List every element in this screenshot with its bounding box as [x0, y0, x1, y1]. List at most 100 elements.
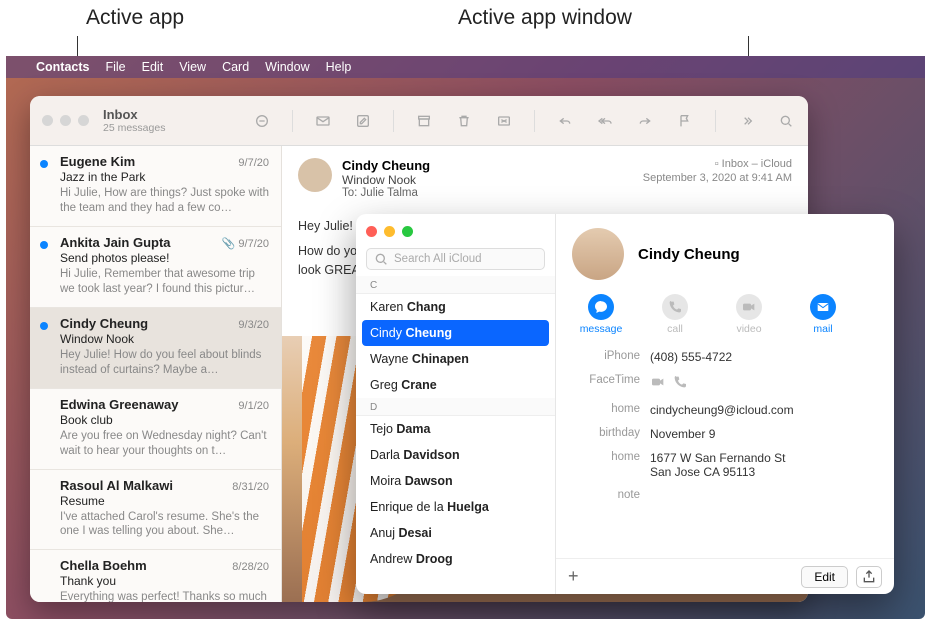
reader-date: September 3, 2020 at 9:41 AM	[643, 172, 792, 184]
forward-icon[interactable]	[635, 112, 655, 130]
message-subject: Jazz in the Park	[60, 170, 269, 184]
message-item[interactable]: Ankita Jain Gupta 📎 9/7/20Send photos ple…	[30, 227, 281, 308]
search-input[interactable]: Search All iCloud	[366, 248, 545, 270]
message-from: Eugene Kim	[60, 154, 135, 169]
message-preview: I've attached Carol's resume. She's the …	[60, 510, 269, 540]
contact-item[interactable]: Cindy Cheung	[362, 320, 549, 346]
message-date: 9/7/20	[238, 157, 269, 169]
field-facetime: FaceTime	[572, 369, 878, 398]
message-item[interactable]: Eugene Kim 9/7/20Jazz in the Park Hi Julie…	[30, 146, 281, 227]
message-subject: Resume	[60, 494, 269, 508]
contacts-sidebar: Search All iCloud CKaren ChangCindy Cheu…	[356, 214, 556, 594]
junk-icon[interactable]	[494, 112, 514, 130]
filter-icon[interactable]	[252, 112, 272, 130]
contact-item[interactable]: Anuj Desai	[356, 520, 555, 546]
message-item[interactable]: Chella Boehm8/28/20Thank youEverything w…	[30, 550, 281, 602]
annotation-active-window: Active app window	[458, 6, 632, 30]
contact-avatar	[572, 228, 624, 280]
more-icon[interactable]	[736, 112, 756, 130]
contact-item[interactable]: Wayne Chinapen	[356, 346, 555, 372]
video-icon[interactable]	[650, 374, 666, 393]
reply-all-icon[interactable]	[595, 112, 615, 130]
search-icon[interactable]	[776, 112, 796, 130]
field-home-address: home 1677 W San Fernando St San Jose CA …	[572, 446, 878, 484]
message-date: 8/31/20	[232, 481, 269, 493]
message-preview: Hi Julie, How are things? Just spoke wit…	[60, 186, 269, 216]
message-from: Rasoul Al Malkawi	[60, 478, 173, 493]
menu-help[interactable]: Help	[326, 60, 352, 74]
message-subject: Thank you	[60, 574, 269, 588]
flag-icon[interactable]	[675, 112, 695, 130]
contact-item[interactable]: Tejo Dama	[356, 416, 555, 442]
menu-edit[interactable]: Edit	[142, 60, 164, 74]
contact-item[interactable]: Karen Chang	[356, 294, 555, 320]
message-date: 📎 9/7/20	[218, 237, 269, 250]
inbox-label: Inbox	[103, 107, 165, 122]
contact-list[interactable]: CKaren ChangCindy CheungWayne ChinapenGr…	[356, 276, 555, 594]
menu-window[interactable]: Window	[265, 60, 309, 74]
message-from: Ankita Jain Gupta	[60, 235, 171, 250]
message-item[interactable]: Edwina Greenaway9/1/20Book clubAre you f…	[30, 389, 281, 470]
message-from: Cindy Cheung	[60, 316, 148, 331]
reader-to: To: Julie Talma	[342, 187, 633, 199]
unread-dot-icon	[40, 160, 48, 168]
separator	[534, 110, 535, 132]
app-menu[interactable]: Contacts	[36, 60, 89, 74]
mail-titlebar: Inbox 25 messages	[30, 96, 808, 146]
unread-dot-icon	[40, 322, 48, 330]
close-button[interactable]	[366, 226, 377, 237]
contact-card: Cindy Cheung message call video mail	[556, 214, 894, 594]
share-icon[interactable]	[856, 566, 882, 588]
fullscreen-button[interactable]	[402, 226, 413, 237]
contact-item[interactable]: Andrew Droog	[356, 546, 555, 572]
search-icon	[373, 251, 389, 267]
callout-line	[77, 36, 78, 56]
action-video[interactable]: video	[726, 294, 772, 335]
menu-view[interactable]: View	[179, 60, 206, 74]
minimize-button[interactable]	[60, 115, 71, 126]
message-list[interactable]: Eugene Kim 9/7/20Jazz in the Park Hi Julie…	[30, 146, 282, 602]
action-call[interactable]: call	[652, 294, 698, 335]
contact-name: Cindy Cheung	[638, 246, 740, 263]
phone-icon[interactable]	[672, 374, 688, 393]
desktop-wallpaper: Contacts File Edit View Card Window Help…	[6, 56, 925, 619]
envelope-icon[interactable]	[313, 112, 333, 130]
message-item[interactable]: Cindy Cheung9/3/20Window NookHey Julie! …	[30, 308, 281, 389]
message-count: 25 messages	[103, 122, 165, 134]
message-subject: Window Nook	[60, 332, 269, 346]
contact-item[interactable]: Greg Crane	[356, 372, 555, 398]
menu-file[interactable]: File	[105, 60, 125, 74]
contact-item[interactable]: Darla Davidson	[356, 442, 555, 468]
action-message[interactable]: message	[578, 294, 624, 335]
message-item[interactable]: Rasoul Al Malkawi 8/31/20Resume I've attac…	[30, 470, 281, 551]
card-footer: + Edit	[556, 558, 894, 594]
action-mail[interactable]: mail	[800, 294, 846, 335]
sender-avatar	[298, 158, 332, 192]
archive-icon[interactable]	[414, 112, 434, 130]
search-placeholder: Search All iCloud	[394, 253, 482, 265]
compose-icon[interactable]	[353, 112, 373, 130]
fullscreen-button[interactable]	[78, 115, 89, 126]
message-preview: Hey Julie! How do you feel about blinds …	[60, 348, 269, 378]
video-icon	[736, 294, 762, 320]
reply-icon[interactable]	[555, 112, 575, 130]
paperclip-icon: 📎	[222, 238, 236, 250]
separator	[715, 110, 716, 132]
reader-from: Cindy Cheung	[342, 158, 633, 173]
message-icon	[588, 294, 614, 320]
contact-item[interactable]: Moira Dawson	[356, 468, 555, 494]
trash-icon[interactable]	[454, 112, 474, 130]
minimize-button[interactable]	[384, 226, 395, 237]
contacts-window[interactable]: Search All iCloud CKaren ChangCindy Cheu…	[356, 214, 894, 594]
message-subject: Send photos please!	[60, 251, 269, 265]
close-button[interactable]	[42, 115, 53, 126]
menu-card[interactable]: Card	[222, 60, 249, 74]
message-from: Edwina Greenaway	[60, 397, 179, 412]
window-controls	[42, 115, 89, 126]
field-home-email: home cindycheung9@icloud.com	[572, 398, 878, 422]
section-header: C	[356, 276, 555, 294]
add-button[interactable]: +	[568, 566, 579, 587]
contact-item[interactable]: Enrique de la Huelga	[356, 494, 555, 520]
edit-button[interactable]: Edit	[801, 566, 848, 588]
message-preview: Are you free on Wednesday night? Can't w…	[60, 429, 269, 459]
